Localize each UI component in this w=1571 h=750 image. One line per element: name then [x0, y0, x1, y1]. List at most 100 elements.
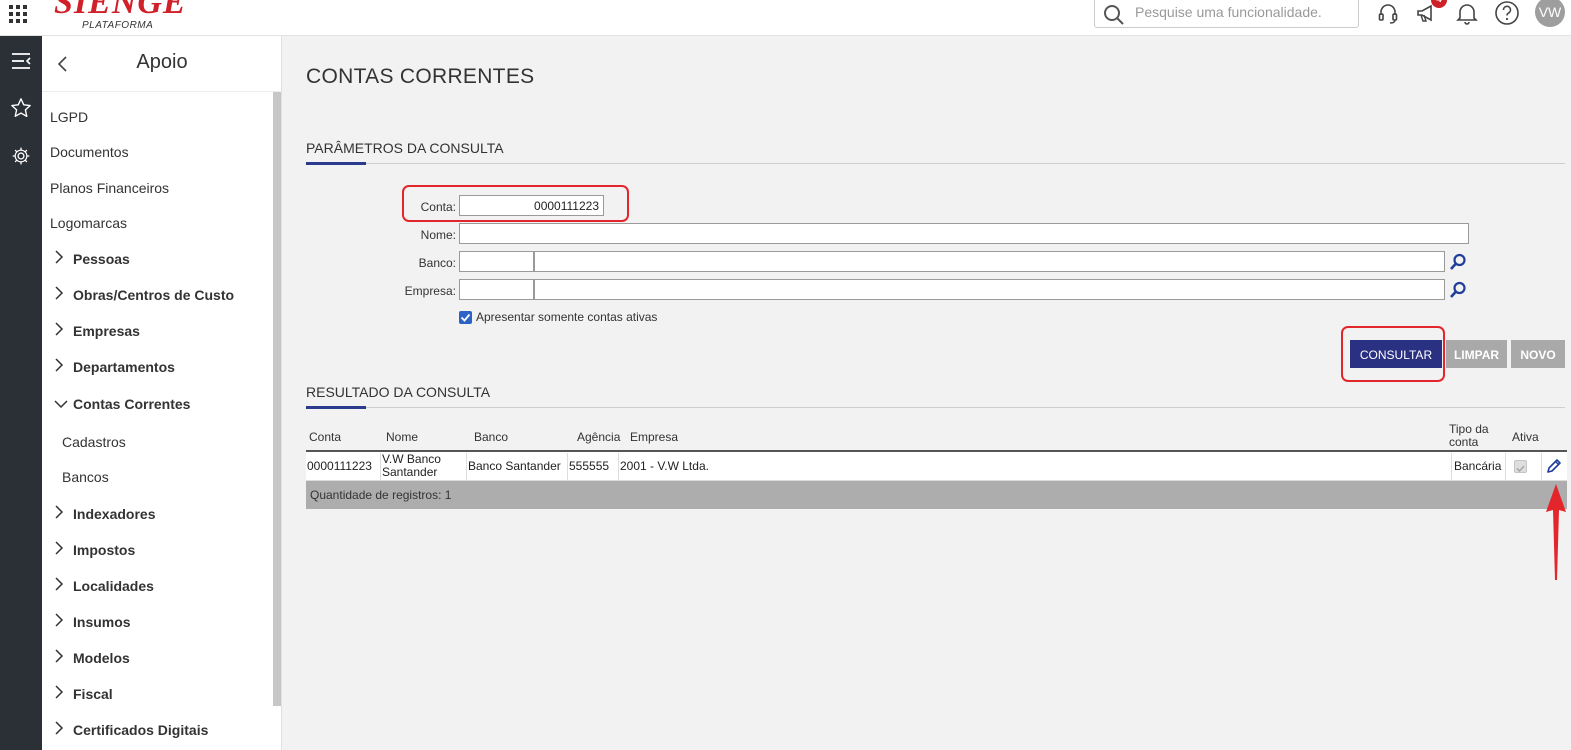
highlight-conta: [402, 185, 629, 222]
search-box[interactable]: [1094, 0, 1359, 28]
help-icon[interactable]: [1494, 0, 1520, 26]
sidebar-item-planos-financeiros[interactable]: Planos Financeiros: [50, 180, 169, 196]
sidebar-item-label: Fiscal: [73, 686, 113, 702]
sidebar-item-label: Localidades: [73, 578, 154, 594]
gear-icon[interactable]: [8, 143, 34, 169]
sidebar-scrollbar[interactable]: [273, 92, 281, 706]
col-sep: [1451, 453, 1452, 481]
sidebar-item-label: Obras/Centros de Custo: [73, 287, 235, 303]
checkmark-icon: [460, 313, 471, 322]
sidebar-group-departamentos[interactable]: Departamentos: [54, 358, 175, 375]
banco-code-field[interactable]: [459, 251, 534, 272]
edit-pencil-icon[interactable]: [1545, 457, 1563, 475]
table-row[interactable]: 0000111223 V.W Banco Santander Banco San…: [306, 452, 1567, 481]
col-header-banco[interactable]: Banco: [474, 430, 508, 444]
chevron-right-icon: [54, 613, 72, 630]
empresa-label: Empresa:: [404, 284, 456, 298]
sienge-logo[interactable]: SIENGE: [54, 0, 187, 20]
search-icon: [1104, 5, 1124, 25]
sidebar-item-label: Indexadores: [73, 506, 156, 522]
sidebar-group-modelos[interactable]: Modelos: [54, 649, 130, 666]
nome-field[interactable]: [459, 223, 1469, 244]
sidebar-item-documentos[interactable]: Documentos: [50, 144, 129, 160]
banco-name-field[interactable]: [534, 251, 1445, 272]
page-title: CONTAS CORRENTES: [306, 65, 535, 88]
empresa-code-field[interactable]: [459, 279, 534, 300]
sidebar-group-certificados[interactable]: Certificados Digitais: [54, 721, 208, 738]
sidebar-item-lgpd[interactable]: LGPD: [50, 109, 88, 125]
apps-grid-icon[interactable]: [9, 5, 27, 23]
col-sep: [618, 453, 619, 481]
sidebar-group-insumos[interactable]: Insumos: [54, 613, 131, 630]
checkmark-icon: [1516, 465, 1525, 473]
sidebar-group-obras[interactable]: Obras/Centros de Custo: [54, 286, 234, 303]
col-sep: [1541, 453, 1542, 481]
sidebar-group-contas-correntes[interactable]: Contas Correntes: [54, 396, 190, 412]
sidebar-item-label: Impostos: [73, 542, 136, 558]
col-header-agencia[interactable]: Agência: [577, 430, 620, 444]
record-count: Quantidade de registros: 1: [310, 488, 452, 502]
col-header-empresa[interactable]: Empresa: [630, 430, 678, 444]
sidebar-group-impostos[interactable]: Impostos: [54, 541, 135, 558]
novo-button[interactable]: NOVO: [1511, 340, 1565, 368]
avatar[interactable]: VW: [1535, 0, 1565, 27]
sidebar-item-bancos[interactable]: Bancos: [62, 469, 109, 485]
chevron-right-icon: [54, 649, 72, 666]
left-rail: [0, 36, 42, 750]
headset-icon[interactable]: [1375, 0, 1401, 26]
col-header-conta[interactable]: Conta: [309, 430, 341, 444]
sidebar-item-label: Contas Correntes: [73, 396, 191, 412]
sidebar: Apoio LGPD Documentos Planos Financeiros…: [42, 36, 282, 750]
cell-empresa: 2001 - V.W Ltda.: [620, 459, 709, 473]
sidebar-item-cadastros[interactable]: Cadastros: [62, 434, 126, 450]
only-active-label[interactable]: Apresentar somente contas ativas: [476, 310, 657, 324]
sidebar-item-label: Bancos: [62, 469, 109, 485]
empresa-name-field[interactable]: [534, 279, 1445, 300]
empresa-search-icon[interactable]: [1447, 279, 1469, 301]
sidebar-group-pessoas[interactable]: Pessoas: [54, 250, 130, 267]
logo-subtitle: PLATAFORMA: [82, 20, 154, 31]
banco-search-icon[interactable]: [1447, 251, 1469, 273]
red-arrow-icon: [1546, 484, 1566, 580]
top-bar: SIENGE PLATAFORMA 4 VW: [0, 0, 1571, 36]
chevron-right-icon: [54, 685, 72, 702]
sidebar-item-logomarcas[interactable]: Logomarcas: [50, 215, 127, 231]
cell-agencia: 555555: [569, 459, 610, 473]
chevron-right-icon: [54, 721, 72, 738]
sidebar-item-label: Logomarcas: [50, 215, 128, 231]
cell-tipo: Bancária: [1454, 459, 1502, 473]
only-active-checkbox[interactable]: [459, 311, 472, 324]
menu-collapse-icon[interactable]: [8, 48, 34, 74]
col-sep: [466, 453, 467, 481]
col-header-ativa[interactable]: Ativa: [1512, 430, 1539, 444]
col-header-tipo[interactable]: Tipo da conta: [1449, 423, 1499, 449]
chevron-right-icon: [54, 286, 72, 303]
chevron-right-icon: [54, 541, 72, 558]
chevron-right-icon: [54, 250, 72, 267]
search-input[interactable]: [1133, 3, 1353, 21]
params-section-title: PARÂMETROS DA CONSULTA: [306, 140, 504, 156]
table-footer: Quantidade de registros: 1: [306, 481, 1567, 509]
sidebar-group-fiscal[interactable]: Fiscal: [54, 685, 113, 702]
limpar-button[interactable]: LIMPAR: [1446, 340, 1507, 368]
sidebar-item-label: Modelos: [73, 650, 130, 666]
chevron-right-icon: [54, 577, 72, 594]
ativa-checkbox: [1514, 460, 1527, 473]
sidebar-header: Apoio: [42, 36, 282, 92]
col-sep: [1505, 453, 1506, 481]
sidebar-title: Apoio: [136, 51, 188, 73]
bell-icon[interactable]: [1454, 0, 1480, 26]
cell-nome: V.W Banco Santander: [382, 452, 441, 479]
star-icon[interactable]: [8, 95, 34, 121]
sidebar-item-label: Pessoas: [73, 251, 130, 267]
sidebar-group-empresas[interactable]: Empresas: [54, 322, 140, 339]
chevron-down-icon: [54, 396, 72, 412]
sidebar-item-label: Planos Financeiros: [50, 180, 170, 196]
sidebar-group-indexadores[interactable]: Indexadores: [54, 505, 155, 522]
sidebar-item-label: Departamentos: [73, 359, 175, 375]
chevron-right-icon: [54, 322, 72, 339]
col-header-nome[interactable]: Nome: [386, 430, 418, 444]
sidebar-group-localidades[interactable]: Localidades: [54, 577, 154, 594]
sidebar-item-label: LGPD: [50, 109, 89, 125]
highlight-consultar: [1341, 326, 1445, 382]
